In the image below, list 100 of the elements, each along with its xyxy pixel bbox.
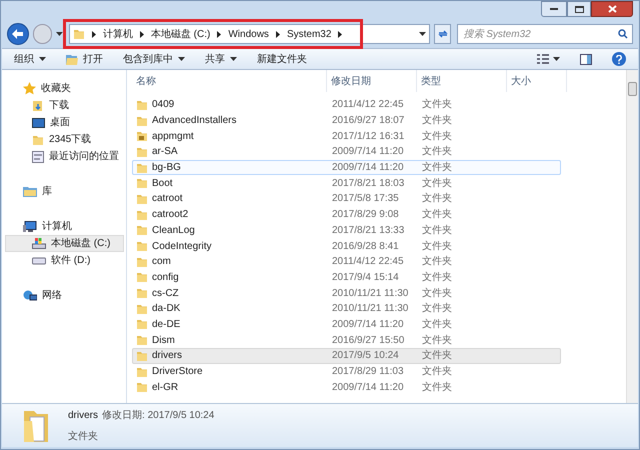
file-row[interactable]: de-DE 2009/7/14 11:20 文件夹: [132, 316, 561, 332]
toolbar-button[interactable]: 共享: [205, 52, 237, 66]
file-type: 文件夹: [421, 144, 453, 160]
modified-date: 2017/8/21 18:03: [331, 176, 406, 191]
preview-pane-button[interactable]: [580, 54, 592, 64]
file-type: 文件夹: [421, 192, 453, 206]
breadcrumb-item[interactable]: 本地磁盘 (C:): [150, 26, 210, 42]
column-header[interactable]: 大小: [507, 70, 567, 92]
file-row[interactable]: drivers 2017/9/5 10:24 文件夹: [132, 348, 561, 364]
file-type: 文件夹: [421, 348, 453, 364]
refresh-button[interactable]: [434, 24, 452, 44]
file-row[interactable]: da-DK 2010/11/21 11:30 文件夹: [132, 300, 561, 317]
file-row[interactable]: config 2017/9/4 15:14 文件夹: [132, 270, 561, 286]
folder-icon: [32, 134, 44, 146]
file-type: 文件夹: [421, 286, 453, 301]
file-type: 文件夹: [421, 254, 453, 270]
modified-date: 2017/9/5 10:24: [331, 349, 400, 364]
folder-icon: [72, 28, 85, 40]
file-row[interactable]: appmgmt 2017/1/12 16:31 文件夹: [132, 128, 561, 144]
maximize-button[interactable]: [567, 1, 591, 17]
nav-group[interactable]: 计算机: [5, 218, 124, 235]
nav-item[interactable]: 2345下载: [5, 131, 124, 148]
help-icon: [616, 54, 622, 64]
detail-type: 文件夹: [68, 430, 99, 444]
nav-item[interactable]: 最近访问的位置: [5, 148, 124, 165]
file-type: 文件夹: [421, 130, 453, 144]
file-name: DriverStore: [152, 365, 203, 380]
column-header[interactable]: 修改日期: [327, 70, 417, 92]
file-type: 文件夹: [421, 176, 453, 191]
file-row[interactable]: cs-CZ 2010/11/21 11:30 文件夹: [132, 285, 561, 301]
file-name: AdvancedInstallers: [152, 114, 236, 128]
breadcrumb-item[interactable]: 计算机: [102, 26, 133, 42]
nav-item[interactable]: 本地磁盘 (C:): [5, 235, 124, 252]
breadcrumb-item[interactable]: Windows: [228, 26, 269, 42]
file-name: el-GR: [152, 380, 178, 395]
caret-icon: [418, 32, 426, 36]
star-icon: [23, 82, 36, 95]
file-row[interactable]: ar-SA 2009/7/14 11:20 文件夹: [132, 144, 561, 160]
file-row[interactable]: AdvancedInstallers 2016/9/27 18:07 文件夹: [132, 112, 561, 128]
file-name: da-DK: [152, 302, 180, 316]
file-name: cs-CZ: [152, 286, 179, 301]
help-button[interactable]: [612, 52, 626, 66]
modified-date: 2016/9/28 8:41: [331, 240, 400, 254]
toolbar-button[interactable]: 新建文件夹: [257, 52, 307, 66]
modified-date: 2017/5/8 17:35: [331, 192, 400, 206]
chevron-icon: [140, 30, 144, 38]
file-row[interactable]: com 2011/4/12 22:45 文件夹: [132, 254, 561, 270]
scroll-thumb[interactable]: [628, 82, 637, 96]
toolbar-button[interactable]: 打开: [66, 52, 103, 66]
nav-group-label: 网络: [42, 289, 62, 303]
file-type: 文件夹: [421, 302, 453, 316]
nav-group[interactable]: 网络: [5, 287, 124, 304]
detail-date: 修改日期: 2017/9/5 10:24: [102, 408, 214, 422]
file-name: CleanLog: [152, 224, 195, 238]
file-name: catroot: [152, 192, 183, 206]
file-type: 文件夹: [421, 224, 453, 238]
file-row[interactable]: el-GR 2009/7/14 11:20 文件夹: [132, 379, 561, 396]
file-row[interactable]: catroot 2017/5/8 17:35 文件夹: [132, 191, 561, 207]
view-options-button[interactable]: [537, 54, 560, 64]
nav-item[interactable]: 桌面: [5, 114, 124, 131]
address-bar[interactable]: 计算机 本地磁盘 (C:) Windows System32: [68, 24, 430, 44]
close-icon: [608, 5, 616, 13]
search-field[interactable]: 搜索 System32: [457, 24, 634, 44]
nav-group-label: 计算机: [42, 220, 72, 234]
breadcrumb-item[interactable]: System32: [286, 26, 332, 42]
nav-item[interactable]: 下载: [5, 97, 124, 114]
file-type: 文件夹: [421, 318, 453, 332]
file-name: ar-SA: [152, 145, 178, 160]
nav-item[interactable]: 软件 (D:): [5, 252, 124, 269]
column-header[interactable]: 名称: [132, 70, 327, 92]
file-row[interactable]: bg-BG 2009/7/14 11:20 文件夹: [132, 160, 561, 176]
file-row[interactable]: CodeIntegrity 2016/9/28 8:41 文件夹: [132, 238, 561, 254]
file-row[interactable]: CleanLog 2017/8/21 13:33 文件夹: [132, 222, 561, 238]
column-header[interactable]: 类型: [417, 70, 507, 92]
network-icon: [23, 290, 37, 302]
modified-date: 2009/7/14 11:20: [331, 318, 405, 332]
file-name: appmgmt: [152, 130, 194, 144]
file-row[interactable]: DriverStore 2017/8/29 11:03 文件夹: [132, 364, 561, 380]
modified-date: 2010/11/21 11:30: [331, 302, 410, 316]
modified-date: 2017/8/21 13:33: [331, 224, 406, 238]
file-name: drivers: [152, 349, 182, 364]
close-button[interactable]: [591, 1, 633, 17]
minimize-button[interactable]: [541, 1, 567, 17]
refresh-icon: [438, 29, 448, 39]
back-button[interactable]: [7, 23, 29, 45]
file-row[interactable]: Boot 2017/8/21 18:03 文件夹: [132, 175, 561, 192]
file-row[interactable]: 0409 2011/4/12 22:45 文件夹: [132, 97, 561, 113]
nav-group[interactable]: 库: [5, 183, 124, 200]
modified-date: 2009/7/14 11:20: [331, 161, 405, 176]
scrollbar[interactable]: [626, 70, 638, 403]
file-row[interactable]: Dism 2016/9/27 15:50 文件夹: [132, 332, 561, 348]
toolbar-button[interactable]: 包含到库中: [123, 52, 185, 66]
file-row[interactable]: catroot2 2017/8/29 9:08 文件夹: [132, 206, 561, 222]
drive-icon: [32, 256, 46, 264]
folder-icon: [22, 408, 50, 442]
toolbar-button[interactable]: 组织: [14, 52, 46, 66]
library-icon: [23, 186, 37, 197]
nav-group[interactable]: 收藏夹: [5, 80, 124, 97]
back-arrow-icon: [12, 29, 24, 39]
modified-date: 2016/9/27 15:50: [331, 334, 406, 348]
